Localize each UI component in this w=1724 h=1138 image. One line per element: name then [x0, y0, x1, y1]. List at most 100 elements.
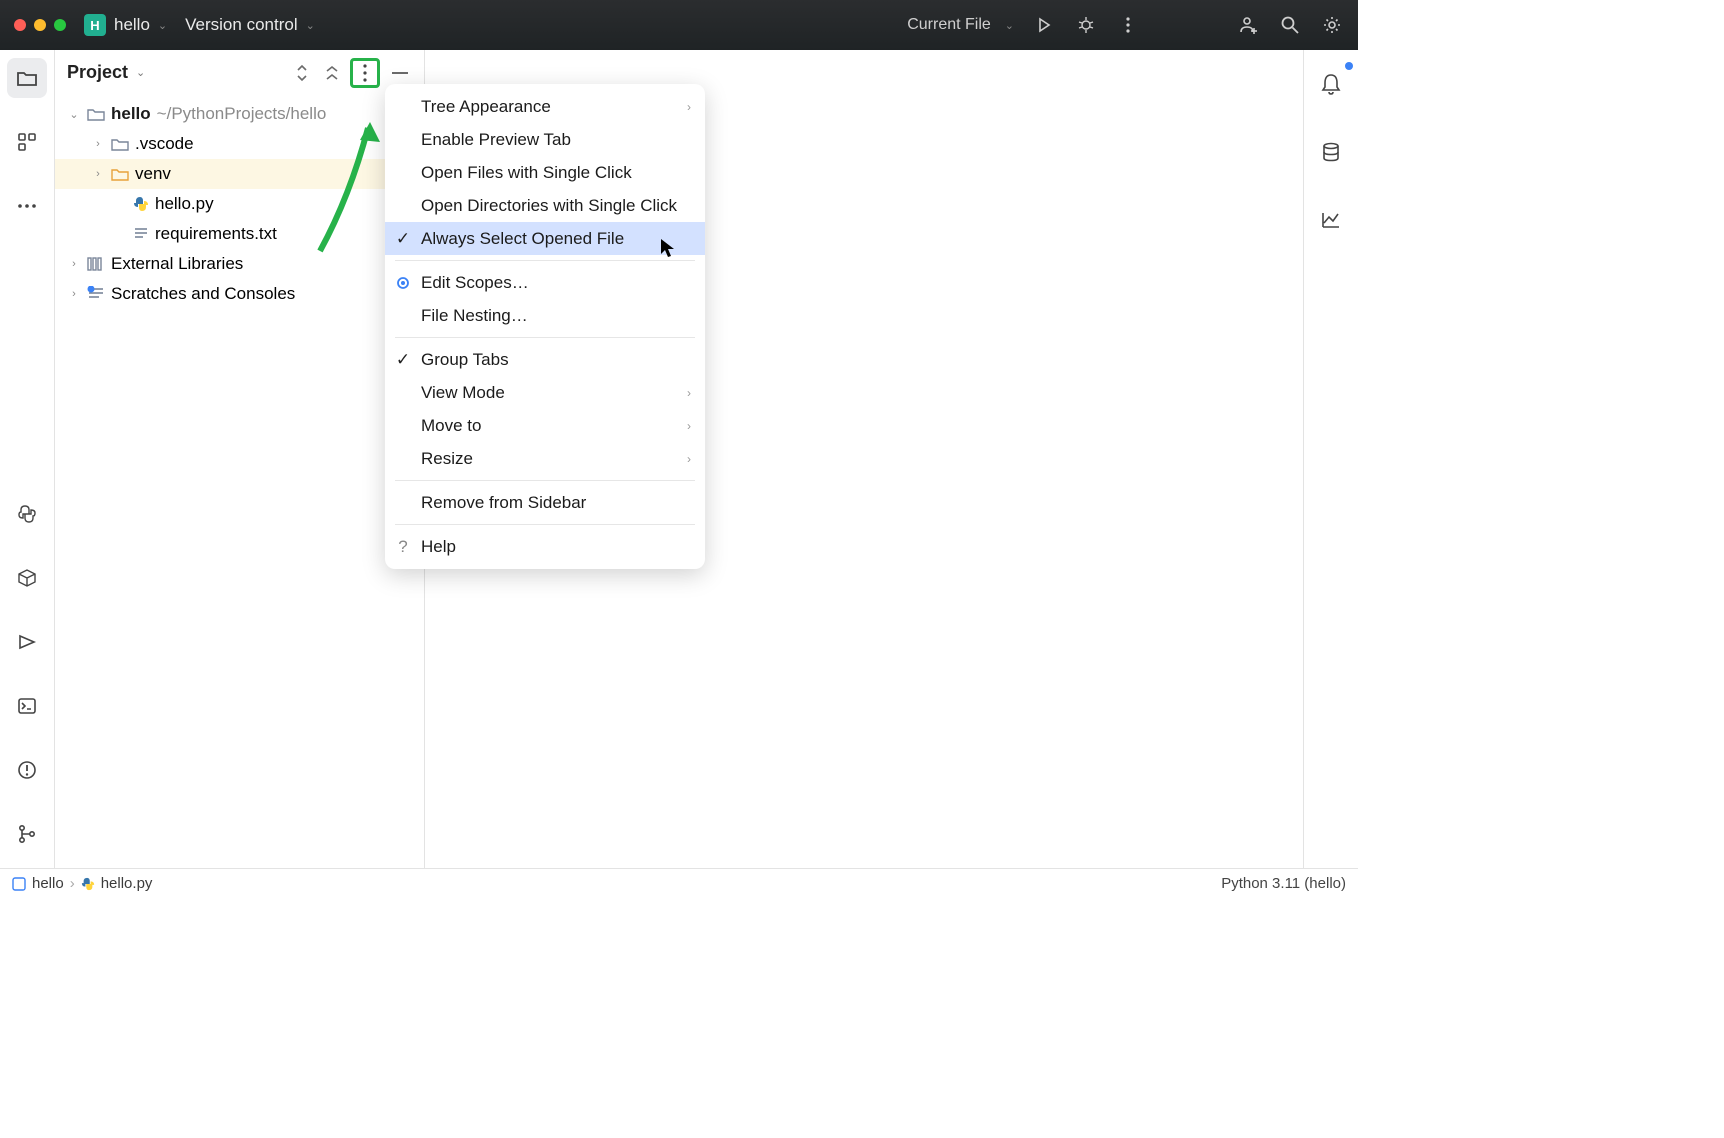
run-button[interactable]: [1032, 13, 1056, 37]
menu-item-edit-scopes[interactable]: Edit Scopes…: [385, 266, 705, 299]
project-options-menu: Tree Appearance › Enable Preview Tab Ope…: [385, 84, 705, 569]
notifications-tool-button[interactable]: [1311, 64, 1351, 104]
breadcrumb-file: hello.py: [101, 875, 153, 892]
python-file-icon: [133, 196, 149, 212]
services-tool-button[interactable]: [7, 622, 47, 662]
run-config-label: Current File: [907, 16, 991, 34]
tree-item-label: Scratches and Consoles: [111, 284, 295, 304]
sciview-tool-button[interactable]: [1311, 200, 1351, 240]
menu-item-open-dirs-single[interactable]: Open Directories with Single Click: [385, 189, 705, 222]
chevron-down-icon: ⌄: [1005, 19, 1014, 32]
window-close-button[interactable]: [14, 19, 26, 31]
menu-separator: [395, 480, 695, 481]
notification-dot-icon: [1345, 62, 1353, 70]
tree-item-label: venv: [135, 164, 171, 184]
tree-item-hello-py[interactable]: hello.py: [55, 189, 424, 219]
folder-icon: [111, 137, 129, 151]
chevron-right-icon[interactable]: ›: [91, 138, 105, 150]
tree-item-external-libraries[interactable]: › External Libraries: [55, 249, 424, 279]
terminal-tool-button[interactable]: [7, 686, 47, 726]
project-panel-header: Project ⌄: [55, 50, 424, 95]
menu-item-group-tabs[interactable]: ✓ Group Tabs: [385, 343, 705, 376]
project-panel-options-button[interactable]: [350, 58, 380, 88]
python-console-tool-button[interactable]: [7, 494, 47, 534]
tree-item-requirements[interactable]: requirements.txt: [55, 219, 424, 249]
tree-item-vscode[interactable]: › .vscode: [55, 129, 424, 159]
project-panel: Project ⌄ ⌄: [55, 50, 425, 868]
tree-item-label: External Libraries: [111, 254, 243, 274]
search-button[interactable]: [1278, 13, 1302, 37]
debug-button[interactable]: [1074, 13, 1098, 37]
project-tree: ⌄ hello ~/PythonProjects/hello › .vscode…: [55, 95, 424, 313]
packages-tool-button[interactable]: [7, 558, 47, 598]
menu-item-enable-preview-tab[interactable]: Enable Preview Tab: [385, 123, 705, 156]
left-tool-rail: [0, 50, 55, 868]
settings-button[interactable]: [1320, 13, 1344, 37]
project-root-item[interactable]: ⌄ hello ~/PythonProjects/hello: [55, 99, 424, 129]
chevron-right-icon: ›: [687, 452, 691, 466]
structure-tool-button[interactable]: [7, 122, 47, 162]
menu-item-view-mode[interactable]: View Mode ›: [385, 376, 705, 409]
project-name: hello: [114, 15, 150, 35]
chevron-right-icon[interactable]: ›: [67, 288, 81, 300]
version-control-label: Version control: [185, 15, 297, 35]
collapse-all-button[interactable]: [320, 61, 344, 85]
interpreter-selector[interactable]: Python 3.11 (hello): [1221, 875, 1346, 892]
code-with-me-button[interactable]: [1236, 13, 1260, 37]
folder-icon: [87, 107, 105, 121]
breadcrumb[interactable]: hello › hello.py: [12, 875, 152, 892]
text-file-icon: [133, 226, 149, 242]
tree-item-venv[interactable]: › venv: [55, 159, 424, 189]
app-icon: H: [84, 14, 106, 36]
chevron-right-icon[interactable]: ›: [67, 258, 81, 270]
more-actions-button[interactable]: [1116, 13, 1140, 37]
project-root-name: hello: [111, 104, 151, 124]
radio-icon: [395, 276, 411, 290]
checkmark-icon: ✓: [395, 229, 411, 249]
checkmark-icon: ✓: [395, 350, 411, 370]
breadcrumb-project: hello: [32, 875, 64, 892]
tree-item-label: .vscode: [135, 134, 194, 154]
project-panel-title: Project: [67, 62, 128, 83]
menu-item-move-to[interactable]: Move to ›: [385, 409, 705, 442]
menu-item-tree-appearance[interactable]: Tree Appearance ›: [385, 90, 705, 123]
chevron-down-icon[interactable]: ⌄: [136, 66, 145, 79]
project-root-path: ~/PythonProjects/hello: [157, 104, 327, 124]
hide-panel-button[interactable]: [388, 61, 412, 85]
menu-item-always-select-opened[interactable]: ✓ Always Select Opened File: [385, 222, 705, 255]
menu-item-remove-from-sidebar[interactable]: Remove from Sidebar: [385, 486, 705, 519]
project-tool-button[interactable]: [7, 58, 47, 98]
python-file-icon: [81, 877, 95, 891]
chevron-down-icon: ⌄: [306, 19, 315, 32]
problems-tool-button[interactable]: [7, 750, 47, 790]
chevron-right-icon: ›: [70, 875, 75, 892]
window-maximize-button[interactable]: [54, 19, 66, 31]
scratches-icon: [87, 286, 105, 302]
titlebar: H hello ⌄ Version control ⌄ Current File…: [0, 0, 1358, 50]
chevron-right-icon: ›: [687, 386, 691, 400]
menu-separator: [395, 337, 695, 338]
version-control-dropdown[interactable]: Version control ⌄: [185, 15, 315, 35]
project-selector[interactable]: H hello ⌄: [84, 14, 167, 36]
window-minimize-button[interactable]: [34, 19, 46, 31]
interpreter-label: Python 3.11 (hello): [1221, 875, 1346, 892]
tree-item-label: hello.py: [155, 194, 214, 214]
select-opened-file-button[interactable]: [290, 61, 314, 85]
module-icon: [12, 877, 26, 891]
menu-item-resize[interactable]: Resize ›: [385, 442, 705, 475]
menu-item-file-nesting[interactable]: File Nesting…: [385, 299, 705, 332]
chevron-right-icon: ›: [687, 100, 691, 114]
more-tools-button[interactable]: [7, 186, 47, 226]
run-config-selector[interactable]: Current File ⌄: [907, 16, 1014, 34]
git-tool-button[interactable]: [7, 814, 47, 854]
menu-item-help[interactable]: ? Help: [385, 530, 705, 563]
chevron-right-icon: ›: [687, 419, 691, 433]
chevron-down-icon: ⌄: [158, 19, 167, 32]
chevron-down-icon[interactable]: ⌄: [67, 108, 81, 121]
menu-item-open-files-single[interactable]: Open Files with Single Click: [385, 156, 705, 189]
tree-item-scratches[interactable]: › Scratches and Consoles: [55, 279, 424, 309]
chevron-right-icon[interactable]: ›: [91, 168, 105, 180]
status-bar: hello › hello.py Python 3.11 (hello): [0, 868, 1358, 898]
database-tool-button[interactable]: [1311, 132, 1351, 172]
window-controls: [14, 19, 66, 31]
